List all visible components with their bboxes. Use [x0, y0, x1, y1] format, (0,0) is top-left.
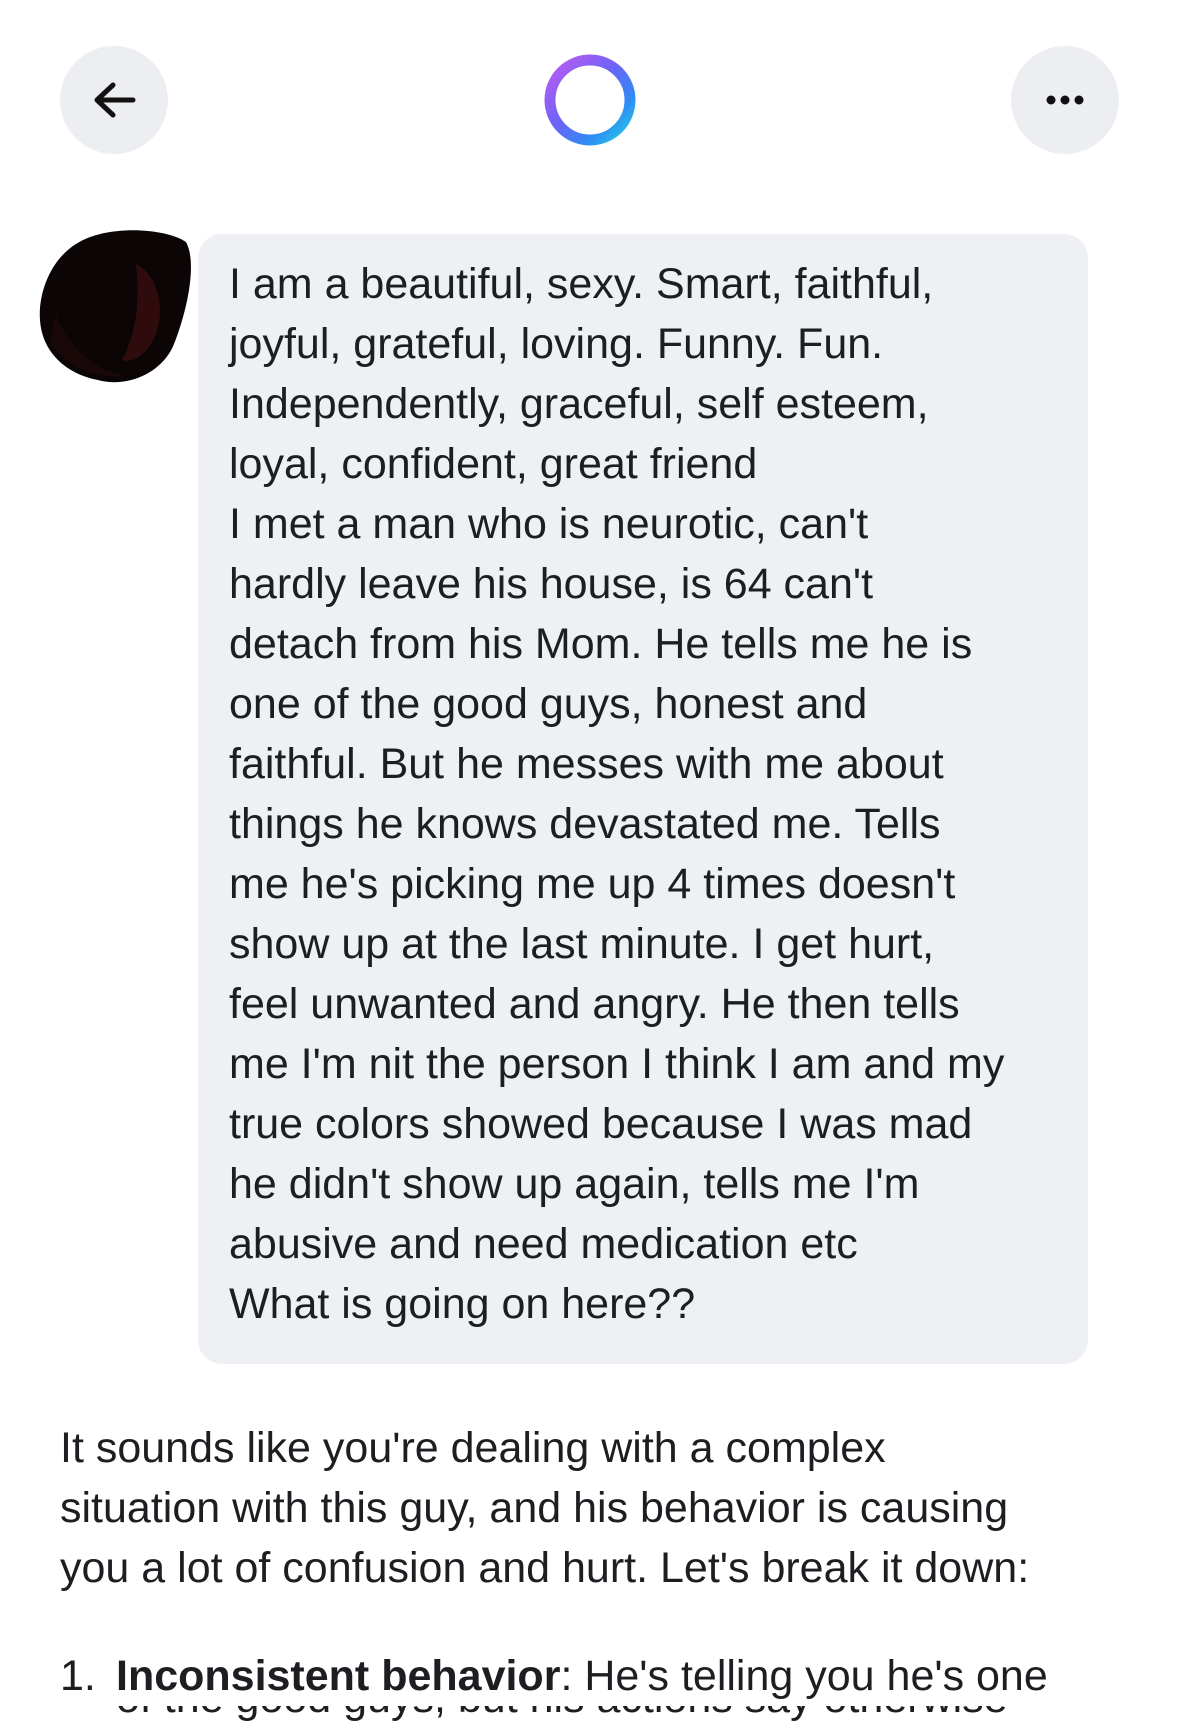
user-avatar-redacted [39, 230, 191, 383]
more-horizontal-icon [1046, 95, 1084, 105]
user-message-bubble: I am a beautiful, sexy. Smart, faithful,… [198, 234, 1088, 1364]
arrow-left-icon [94, 82, 136, 118]
list-item-number: 1. [60, 1652, 96, 1700]
ai-reply-cutoff-line: of the good guys, but his actions say ot… [116, 1706, 1116, 1728]
list-item-text: : He's telling you he's one [560, 1652, 1048, 1700]
more-options-button[interactable] [1011, 46, 1119, 154]
list-item-continuation: of the good guys, but his actions say ot… [116, 1706, 1116, 1728]
back-button[interactable] [60, 46, 168, 154]
meta-ai-ring-icon [544, 54, 636, 146]
ai-reply-intro: It sounds like you're dealing with a com… [60, 1424, 1030, 1592]
list-item-title: Inconsistent behavior [116, 1652, 561, 1700]
chat-header [0, 0, 1179, 200]
ai-reply-list-item: 1. Inconsistent behavior: He's telling yo… [60, 1646, 1170, 1706]
user-message-text: I am a beautiful, sexy. Smart, faithful,… [229, 260, 1005, 1328]
